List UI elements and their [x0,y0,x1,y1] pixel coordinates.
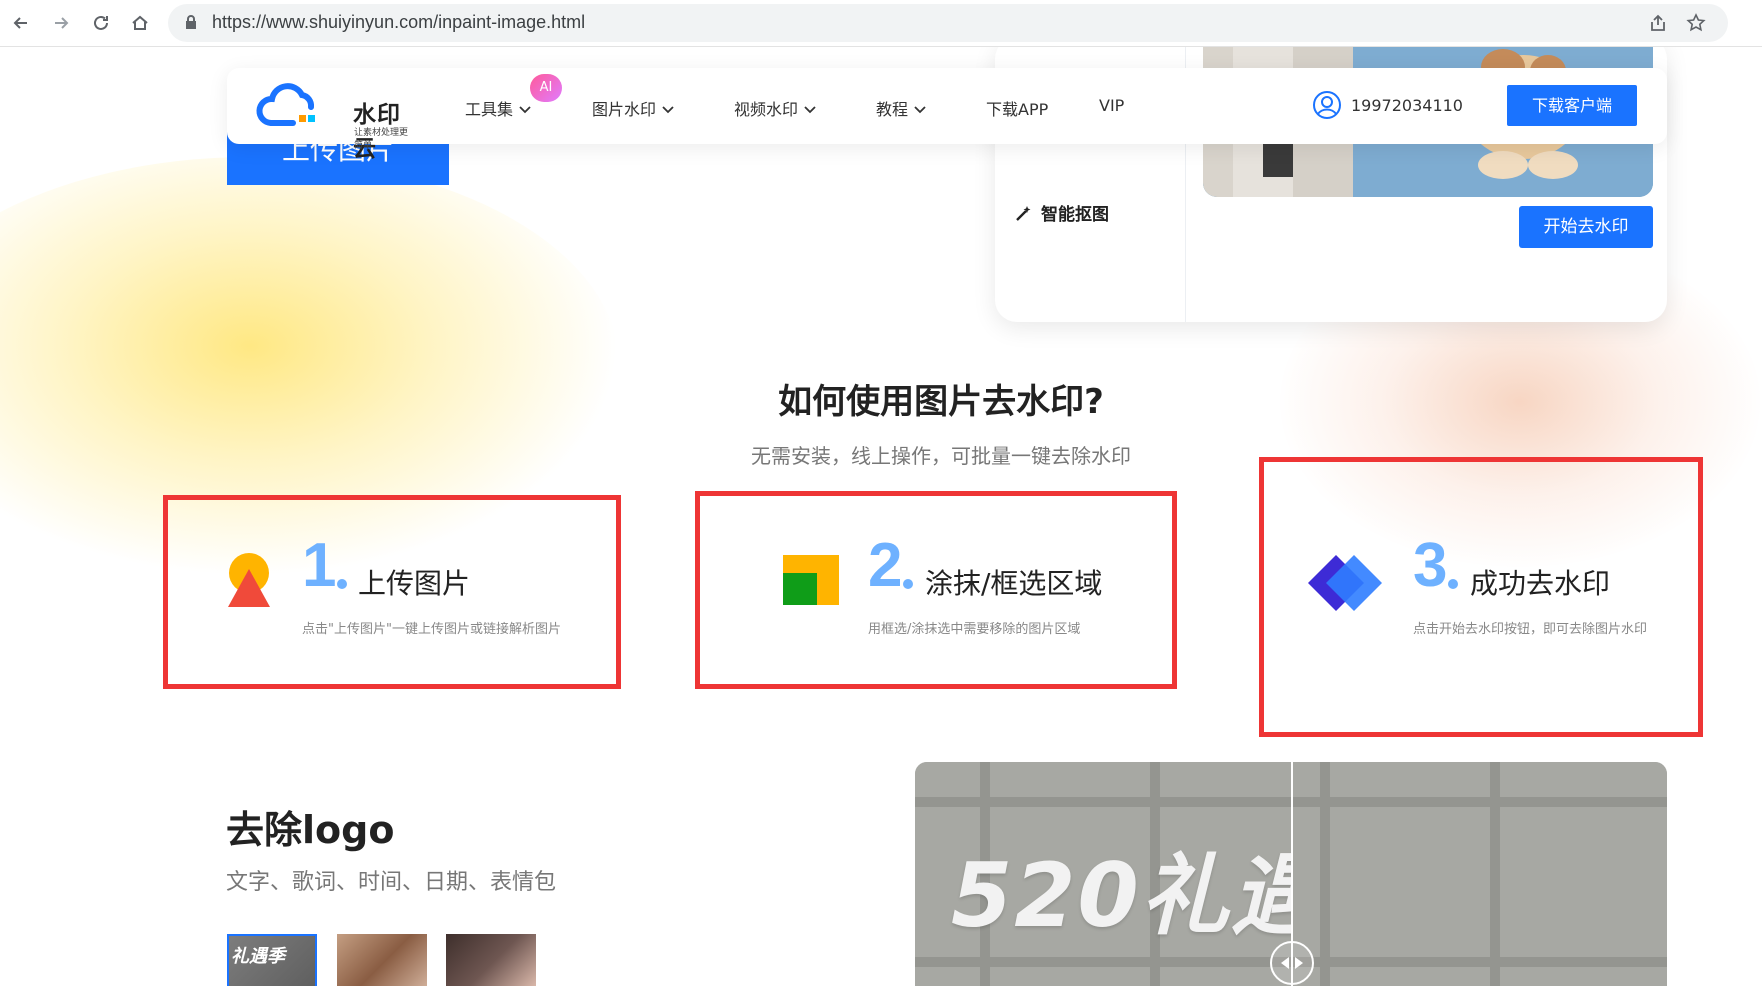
nav-label: 工具集 [465,100,514,119]
thumbnail-text: 礼遇季 [231,946,285,967]
logo-slogan: 让素材处理更简单 [354,128,409,151]
howto-title: 如何使用图片去水印? [778,382,1104,422]
nav-image-watermark[interactable]: 图片水印 [592,96,674,120]
nav-label: 视频水印 [734,100,799,119]
forward-icon[interactable] [46,8,76,38]
home-icon[interactable] [125,8,155,38]
step-title: 涂抹/框选区域 [925,567,1103,600]
select-area-step-icon [783,555,839,605]
nav-video-watermark[interactable]: 视频水印 [734,96,816,120]
site-header: 水印云 让素材处理更简单 工具集 AI 图片水印 视频水印 教程 下载APP V… [227,68,1667,162]
nav-label: 教程 [876,100,909,119]
upload-step-icon [228,553,270,607]
chevron-down-icon [519,99,531,118]
user-account[interactable]: 19972034110 [1312,90,1463,120]
cloud-logo-icon [256,83,315,126]
user-phone: 19972034110 [1351,95,1463,115]
browser-toolbar: https://www.shuiyinyun.com/inpaint-image… [0,0,1762,47]
step-number: 2 [868,531,903,600]
menu-item-label: 智能抠图 [1041,205,1109,225]
success-step-icon [1308,555,1382,611]
step-desc: 用框选/涂抹选中需要移除的图片区域 [868,622,1081,637]
magic-wand-icon [1016,205,1031,221]
watermark-text: 520礼遇季 [951,844,1292,947]
user-avatar-icon [1313,91,1341,119]
lock-icon [185,15,197,34]
example-thumbnail-3[interactable] [446,934,536,986]
step-dot [337,579,347,589]
menu-item-smart-cutout[interactable]: 智能抠图 [1015,200,1109,225]
step-number: 3 [1413,531,1448,600]
chevron-down-icon [662,99,674,118]
step-desc: 点击"上传图片"一键上传图片或链接解析图片 [302,622,561,637]
before-after-comparison[interactable]: 520礼遇季 [915,762,1667,986]
nav-tutorial[interactable]: 教程 [876,96,926,120]
step-dot [1448,579,1458,589]
nav-download-app[interactable]: 下载APP [986,96,1048,120]
slider-handle-icon[interactable] [1270,941,1314,985]
step-title: 上传图片 [358,567,471,600]
example-thumbnail-1[interactable]: 礼遇季 [227,934,317,986]
start-remove-watermark-button[interactable]: 开始去水印 [1519,206,1653,248]
step-desc: 点击开始去水印按钮，即可去除图片水印 [1413,622,1648,637]
chevron-down-icon [914,99,926,118]
share-icon[interactable] [1648,13,1668,37]
remove-logo-subtitle: 文字、歌词、时间、日期、表情包 [226,870,557,895]
step-number: 1 [302,531,337,600]
step-dot [903,579,913,589]
ai-badge: AI [530,74,562,102]
site-logo[interactable]: 水印云 让素材处理更简单 [255,81,415,162]
page-content: 上传图片 智能抠图 开始去水印 水印云 让素材处理更简单 工具集 AI 图片水印… [0,47,1762,986]
remove-logo-title: 去除logo [226,808,395,852]
address-bar[interactable]: https://www.shuiyinyun.com/inpaint-image… [168,4,1728,42]
back-icon[interactable] [6,8,36,38]
chevron-down-icon [804,99,816,118]
nav-label: 图片水印 [592,100,657,119]
before-side: 520礼遇季 [915,762,1292,986]
bookmark-star-icon[interactable] [1686,13,1706,37]
download-client-button[interactable]: 下载客户端 [1507,85,1637,126]
reload-icon[interactable] [86,8,116,38]
example-thumbnail-2[interactable] [337,934,427,986]
nav-vip[interactable]: VIP [1099,96,1124,115]
step-title: 成功去水印 [1470,567,1611,600]
nav-toolset[interactable]: 工具集 [465,96,531,120]
url-text[interactable]: https://www.shuiyinyun.com/inpaint-image… [212,12,585,33]
